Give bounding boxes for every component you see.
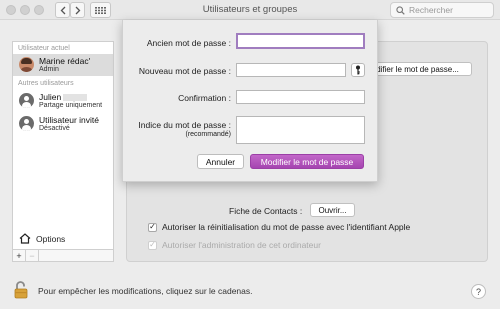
user-name: Marine rédac': [39, 56, 91, 66]
chevron-right-icon: [75, 6, 80, 14]
title-bar: Utilisateurs et groupes Rechercher: [0, 0, 500, 20]
old-password-label: Ancien mot de passe :: [146, 38, 231, 48]
allow-admin-checkbox-row[interactable]: ✓ Autoriser l'administration de cet ordi…: [148, 240, 321, 250]
user-role: Partage uniquement: [39, 102, 103, 109]
user-name: Utilisateur invité: [39, 115, 99, 125]
user-role: Admin: [39, 66, 59, 73]
user-item-julien[interactable]: Julien Partage uniquement: [13, 90, 113, 112]
close-window-button[interactable]: [6, 5, 16, 15]
password-hint-sublabel: (recommandé): [185, 131, 231, 138]
cancel-button[interactable]: Annuler: [197, 154, 244, 169]
current-user-group-label: Utilisateur actuel: [18, 45, 70, 52]
search-icon: [396, 5, 405, 15]
search-field[interactable]: Rechercher: [390, 2, 494, 18]
password-hint-field[interactable]: [236, 116, 365, 144]
password-assistant-button[interactable]: [351, 63, 365, 77]
add-remove-bar: + −: [12, 249, 114, 262]
avatar: [19, 57, 34, 72]
window-title: Utilisateurs et groupes: [202, 4, 298, 15]
password-hint-label: Indice du mot de passe :: [138, 120, 231, 130]
user-item-guest[interactable]: Utilisateur invité Désactivé: [13, 113, 113, 135]
unlocked-padlock-icon[interactable]: [14, 281, 28, 299]
options-label: Options: [36, 233, 66, 244]
search-placeholder: Rechercher: [409, 5, 453, 15]
remove-user-button[interactable]: −: [26, 250, 39, 261]
change-password-button[interactable]: Modifier le mot de passe...: [372, 62, 472, 76]
forward-button[interactable]: [70, 2, 85, 18]
minimize-window-button[interactable]: [20, 5, 30, 15]
help-button[interactable]: ?: [471, 284, 486, 299]
allow-reset-checkbox[interactable]: ✓: [148, 222, 157, 232]
lock-instructions: Pour empêcher les modifications, cliquez…: [38, 286, 253, 296]
user-name-row: Julien: [39, 92, 88, 102]
house-icon: [19, 233, 31, 244]
submit-change-password-button[interactable]: Modifier le mot de passe: [250, 154, 364, 169]
confirmation-label: Confirmation :: [178, 93, 231, 103]
users-sidebar: Utilisateur actuel Marine rédac' Admin A…: [12, 41, 114, 262]
user-avatar-icon: [19, 116, 34, 131]
window: Utilisateurs et groupes Rechercher Utili…: [0, 0, 500, 309]
redacted-surname: [63, 94, 88, 102]
allow-reset-checkbox-row[interactable]: ✓ Autoriser la réinitialisation du mot d…: [148, 222, 410, 232]
grid-icon: [95, 6, 106, 14]
new-password-label: Nouveau mot de passe :: [138, 66, 231, 76]
add-user-button[interactable]: +: [13, 250, 26, 261]
zoom-window-button[interactable]: [34, 5, 44, 15]
confirmation-field[interactable]: [236, 90, 365, 104]
user-role: Désactivé: [39, 125, 70, 132]
back-button[interactable]: [55, 2, 70, 18]
change-password-sheet: Ancien mot de passe : Nouveau mot de pas…: [122, 20, 378, 182]
allow-admin-checkbox[interactable]: ✓: [148, 240, 157, 250]
show-all-button[interactable]: [90, 2, 111, 18]
allow-admin-label: Autoriser l'administration de cet ordina…: [162, 240, 321, 250]
user-item-current[interactable]: Marine rédac' Admin: [13, 54, 113, 76]
old-password-field[interactable]: [236, 33, 365, 49]
chevron-left-icon: [60, 6, 65, 14]
key-icon: [356, 65, 360, 75]
open-contact-button[interactable]: Ouvrir...: [310, 203, 355, 217]
user-name: Julien: [39, 92, 62, 102]
login-options-item[interactable]: Options: [19, 233, 65, 244]
change-password-label: Modifier le mot de passe...: [372, 64, 459, 74]
contacts-card-label: Fiche de Contacts :: [229, 206, 303, 216]
other-users-group-label: Autres utilisateurs: [18, 80, 74, 87]
allow-reset-label: Autoriser la réinitialisation du mot de …: [162, 222, 411, 232]
new-password-field[interactable]: [236, 63, 346, 77]
user-avatar-icon: [19, 93, 34, 108]
